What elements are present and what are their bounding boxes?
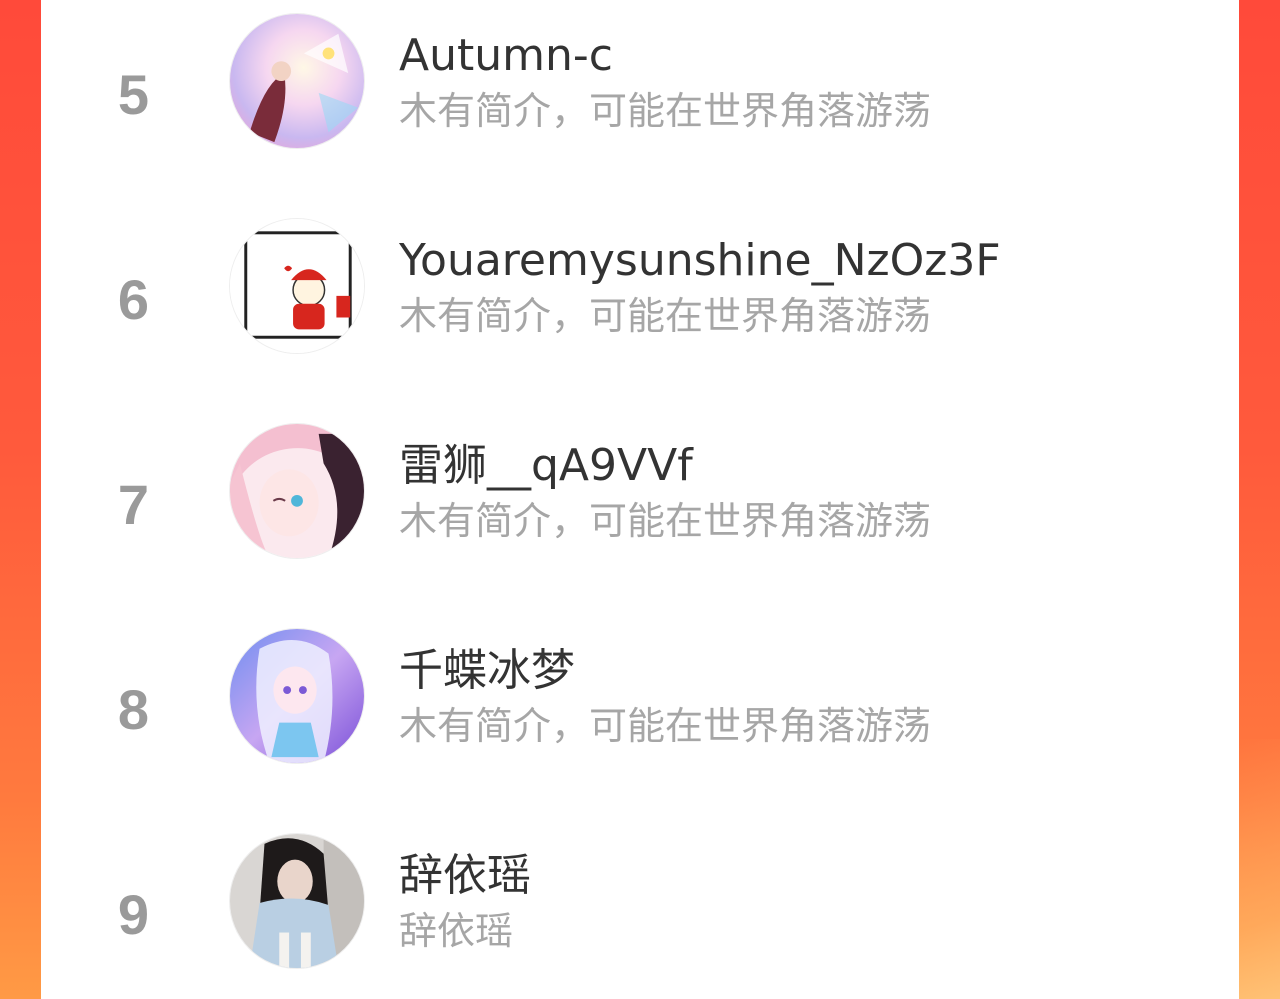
user-name[interactable]: 辞依瑶 [399, 850, 531, 902]
list-item-rank-9[interactable]: 9 辞依瑶 辞依瑶 [41, 820, 1239, 980]
rank-number: 6 [117, 268, 150, 331]
avatar[interactable] [229, 13, 365, 149]
avatar[interactable] [229, 628, 365, 764]
list-item-rank-5[interactable]: 5 Autumn-c 木有简介，可能在世界角落游荡 [41, 0, 1239, 160]
user-bio: 辞依瑶 [399, 909, 514, 953]
rank-number: 9 [117, 883, 150, 946]
user-bio: 木有简介，可能在世界角落游荡 [399, 89, 932, 133]
rank-number: 7 [117, 473, 150, 536]
user-bio: 木有简介，可能在世界角落游荡 [399, 499, 932, 543]
avatar-image [230, 424, 364, 558]
user-name[interactable]: Autumn-c [399, 30, 613, 82]
avatar[interactable] [229, 833, 365, 969]
avatar-image [230, 219, 364, 353]
list-item-rank-7[interactable]: 7 雷狮__qA9VVf 木有简介，可能在世界角落游荡 [41, 410, 1239, 570]
background-decoration [1238, 739, 1280, 999]
user-name[interactable]: 雷狮__qA9VVf [399, 440, 693, 492]
user-name[interactable]: 千蝶冰梦 [399, 645, 575, 697]
list-item-rank-6[interactable]: 6 Youaremysunshine_NzOz3F 木有简介，可能在世界角落游荡 [41, 205, 1239, 365]
user-name[interactable]: Youaremysunshine_NzOz3F [399, 235, 1001, 287]
rank-number: 5 [117, 63, 150, 126]
avatar-image [230, 14, 364, 148]
user-bio: 木有简介，可能在世界角落游荡 [399, 704, 932, 748]
avatar[interactable] [229, 218, 365, 354]
rank-number: 8 [117, 678, 150, 741]
avatar-image [230, 629, 364, 763]
avatar-image [230, 834, 364, 968]
ranking-list-card: 5 Autumn-c 木有简介，可能在世界角落游荡 6 Youaremysuns… [41, 0, 1239, 999]
avatar[interactable] [229, 423, 365, 559]
list-item-rank-8[interactable]: 8 千蝶冰梦 木有简介，可能在世界角落游荡 [41, 615, 1239, 775]
user-bio: 木有简介，可能在世界角落游荡 [399, 294, 932, 338]
